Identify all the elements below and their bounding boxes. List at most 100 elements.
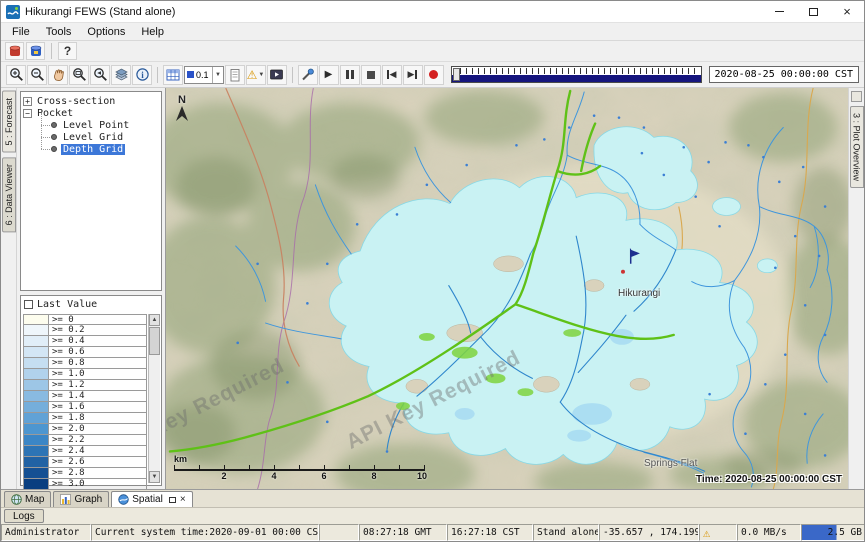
threshold-combo[interactable]: 0.1 ▼ [184, 66, 224, 84]
play-icon: ▶ [325, 69, 333, 80]
info-button[interactable]: i [132, 65, 152, 85]
skip-back-icon: ◀ [387, 69, 397, 80]
spatial-globe-icon [118, 494, 129, 505]
database-button[interactable] [5, 42, 24, 60]
legend-row: >= 0.4 [23, 336, 147, 347]
legend-row: >= 1.2 [23, 380, 147, 391]
zoom-previous-icon [93, 67, 108, 82]
record-button[interactable] [424, 65, 444, 85]
pan-button[interactable] [48, 65, 68, 85]
legend-swatch [23, 413, 49, 424]
skip-back-button[interactable]: ◀ [382, 65, 402, 85]
layers-button[interactable] [111, 65, 131, 85]
pause-button[interactable] [340, 65, 360, 85]
legend-swatch [23, 314, 49, 325]
legend-row: >= 2.4 [23, 446, 147, 457]
animation-export-button[interactable] [267, 65, 287, 85]
legend-swatch [23, 369, 49, 380]
tab-map[interactable]: Map [4, 491, 51, 507]
chevron-down-icon: ▼ [258, 72, 264, 78]
sidebar-tab-forecast[interactable]: 5 : Forecast [2, 91, 16, 153]
tree: +Cross-section−PocketLevel PointLevel Gr… [20, 91, 162, 291]
legend-label: >= 0.2 [49, 325, 147, 336]
play-button[interactable]: ▶ [319, 65, 339, 85]
zoom-previous-button[interactable] [90, 65, 110, 85]
chart-icon [60, 494, 71, 505]
zoom-box-button[interactable] [69, 65, 89, 85]
legend-header: Last Value [21, 296, 161, 312]
tab-graph[interactable]: Graph [53, 491, 109, 507]
zoom-box-icon [72, 67, 87, 82]
legend-label: >= 0.8 [49, 358, 147, 369]
menu-tools[interactable]: Tools [38, 25, 80, 39]
logs-button[interactable]: Logs [4, 509, 44, 523]
sidebar-tab-data-viewer[interactable]: 6 : Data Viewer [2, 157, 16, 232]
legend-swatch [23, 446, 49, 457]
tree-item[interactable]: Level Grid [39, 131, 159, 143]
pin-icon[interactable] [851, 91, 862, 102]
skip-forward-button[interactable]: ▶ [403, 65, 423, 85]
node-bullet-icon [51, 134, 57, 140]
tab-graph-label: Graph [74, 494, 102, 505]
tree-item-label[interactable]: Cross-section [35, 96, 117, 107]
close-button[interactable]: × [830, 1, 864, 22]
title-bar: Hikurangi FEWS (Stand alone) × [1, 1, 864, 23]
window-title: Hikurangi FEWS (Stand alone) [25, 6, 762, 18]
expand-icon[interactable]: + [23, 97, 32, 106]
legend-label: >= 1.2 [49, 380, 147, 391]
menu-help[interactable]: Help [133, 25, 172, 39]
legend-label: >= 2.4 [49, 446, 147, 457]
tree-item-label[interactable]: Depth Grid [61, 144, 125, 155]
warnings-button[interactable]: ⚠▼ [246, 65, 266, 85]
main-area: 5 : Forecast 6 : Data Viewer +Cross-sect… [1, 88, 864, 489]
help-button[interactable]: ? [58, 42, 77, 60]
tab-spatial[interactable]: Spatial × [111, 491, 192, 507]
bottom-tab-bar: Map Graph Spatial × [1, 489, 864, 507]
stop-button[interactable] [361, 65, 381, 85]
tree-item-label[interactable]: Level Point [61, 120, 131, 131]
time-slider-handle[interactable] [453, 68, 460, 81]
scroll-up-icon[interactable]: ▲ [149, 314, 160, 326]
status-warning-cell[interactable]: ⚠ [699, 524, 737, 541]
database-icon [8, 44, 22, 58]
warning-icon: ⚠ [247, 69, 258, 81]
tree-item[interactable]: Level Point [39, 119, 159, 131]
minimize-button[interactable] [762, 1, 796, 22]
tree-item[interactable]: +Cross-section [23, 95, 159, 107]
last-value-checkbox[interactable] [24, 300, 33, 309]
tree-item-label[interactable]: Level Grid [61, 132, 125, 143]
time-slider[interactable] [451, 66, 702, 83]
legend-label: >= 2.2 [49, 435, 147, 446]
scrollbar-thumb[interactable] [149, 327, 160, 355]
stop-icon [367, 71, 375, 79]
menu-file[interactable]: File [4, 25, 38, 39]
status-throughput: 0.0 MB/s [737, 524, 801, 541]
scroll-down-icon[interactable]: ▼ [149, 471, 160, 483]
zoom-out-button[interactable] [27, 65, 47, 85]
legend-label: >= 2.8 [49, 468, 147, 479]
tree-item[interactable]: −Pocket [23, 107, 159, 119]
zoom-in-button[interactable] [6, 65, 26, 85]
tree-item[interactable]: Depth Grid [39, 143, 159, 155]
legend-label: >= 1.0 [49, 369, 147, 380]
menu-options[interactable]: Options [79, 25, 133, 39]
undock-tab-icon[interactable] [169, 497, 176, 503]
combo-dropdown-button[interactable]: ▼ [212, 67, 223, 83]
maximize-button[interactable] [796, 1, 830, 22]
grid-display-button[interactable] [163, 65, 183, 85]
status-memory: 2.5 GB [801, 524, 865, 541]
collapse-icon[interactable]: − [23, 109, 32, 118]
close-tab-icon[interactable]: × [180, 495, 186, 505]
profile-document-button[interactable] [225, 65, 245, 85]
help-icon: ? [64, 44, 71, 58]
logs-row: Logs [1, 507, 864, 524]
town-marker-icon [621, 270, 625, 274]
skip-forward-icon: ▶ [408, 69, 418, 80]
map-canvas[interactable]: N API Key Required API Key Required Hiku… [165, 88, 848, 489]
archive-button[interactable] [26, 42, 45, 60]
measure-button[interactable] [298, 65, 318, 85]
legend-label: >= 2.0 [49, 424, 147, 435]
tab-spatial-label: Spatial [132, 494, 163, 505]
legend-scrollbar[interactable]: ▲ ▼ [148, 314, 160, 483]
sidebar-tab-plot-overview[interactable]: 3 : Plot Overview [850, 106, 864, 188]
